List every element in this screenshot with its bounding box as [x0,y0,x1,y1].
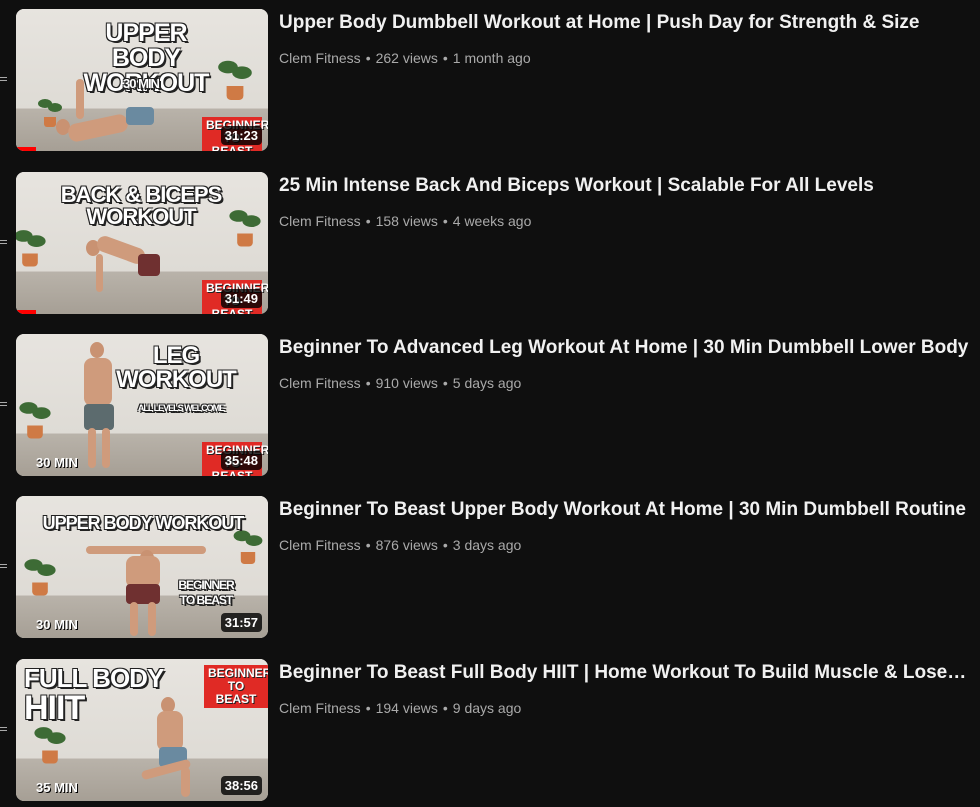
video-thumbnail[interactable]: BACK & BICEPSWORKOUT BEGINNER TO BEAST 3… [16,172,268,314]
plant-image [16,228,48,267]
view-count: 158 views [375,213,438,229]
video-row[interactable]: UPPER BODYWORKOUT 30 MIN BEGINNER TO BEA… [0,9,980,154]
duration-badge: 31:57 [220,613,262,632]
channel-name[interactable]: Clem Fitness [279,50,361,66]
thumbnail-length-label: 35 MIN [36,780,78,795]
thumbnail-subheading: 30 MIN [123,76,160,91]
upload-age: 1 month ago [452,50,531,66]
plant-image [231,528,265,564]
video-thumbnail[interactable]: UPPER BODY WORKOUT BEGINNER TO BEAST 30 … [16,496,268,638]
upload-age: 4 weeks ago [452,213,532,229]
video-thumbnail[interactable]: FULL BODY HIIT BEGINNER TO BEAST 35 MIN 3… [16,659,268,801]
channel-name[interactable]: Clem Fitness [279,537,361,553]
video-row[interactable]: FULL BODY HIIT BEGINNER TO BEAST 35 MIN 3… [0,659,980,804]
duration-badge: 35:48 [220,451,262,470]
duration-badge: 31:49 [220,289,262,308]
separator: • [365,213,371,229]
video-title[interactable]: Beginner To Advanced Leg Workout At Home… [279,336,969,360]
thumbnail-length-label: 30 MIN [36,617,78,632]
video-title[interactable]: Beginner To Beast Full Body HIIT | Home … [279,661,969,685]
series-badge: BEGINNER TO BEAST [204,665,268,708]
separator: • [442,213,448,229]
view-count: 876 views [375,537,438,553]
thumbnail-subheading: ALL LEVELS WELCOME [137,403,225,413]
duration-badge: 31:23 [220,126,262,145]
view-count: 262 views [375,50,438,66]
drag-handle-icon[interactable] [0,402,7,408]
separator: • [442,700,448,716]
separator: • [365,375,371,391]
channel-name[interactable]: Clem Fitness [279,375,361,391]
video-row[interactable]: BACK & BICEPSWORKOUT BEGINNER TO BEAST 3… [0,172,980,317]
upload-age: 3 days ago [452,537,522,553]
plant-image [227,208,263,247]
separator: • [442,537,448,553]
plant-image [32,725,68,764]
drag-handle-icon[interactable] [0,240,7,246]
thumbnail-heading: BACK & BICEPS WORKOUT [60,182,223,229]
video-metadata: Clem Fitness • 262 views • 1 month ago [279,49,531,67]
video-metadata: Clem Fitness • 910 views • 5 days ago [279,374,521,392]
upload-age: 9 days ago [452,700,522,716]
video-title[interactable]: Upper Body Dumbbell Workout at Home | Pu… [279,11,969,35]
plant-image [215,58,254,100]
upload-age: 5 days ago [452,375,522,391]
channel-name[interactable]: Clem Fitness [279,213,361,229]
separator: • [365,537,371,553]
watch-progress-bar [16,147,37,151]
separator: • [365,700,371,716]
video-thumbnail[interactable]: LEG WORKOUT ALL LEVELS WELCOME 30 MIN BEG… [16,334,268,476]
separator: • [442,50,448,66]
video-thumbnail[interactable]: UPPER BODYWORKOUT 30 MIN BEGINNER TO BEA… [16,9,268,151]
watch-progress-bar [16,310,37,314]
thumbnail-heading: UPPER BODY WORKOUT [42,513,245,533]
drag-handle-icon[interactable] [0,727,7,733]
thumbnail-heading: FULL BODY HIIT [24,663,164,727]
drag-handle-icon[interactable] [0,564,7,570]
video-metadata: Clem Fitness • 876 views • 3 days ago [279,536,521,554]
separator: • [442,375,448,391]
video-metadata: Clem Fitness • 158 views • 4 weeks ago [279,212,531,230]
duration-badge: 38:56 [220,776,262,795]
video-row[interactable]: UPPER BODY WORKOUT BEGINNER TO BEAST 30 … [0,496,980,641]
channel-name[interactable]: Clem Fitness [279,700,361,716]
plant-image [22,557,58,596]
drag-handle-icon[interactable] [0,77,7,83]
video-title[interactable]: Beginner To Beast Upper Body Workout At … [279,498,969,522]
video-row[interactable]: LEG WORKOUT ALL LEVELS WELCOME 30 MIN BEG… [0,334,980,479]
view-count: 910 views [375,375,438,391]
plant-image [17,400,53,439]
video-title[interactable]: 25 Min Intense Back And Biceps Workout |… [279,174,969,198]
thumbnail-heading: LEG WORKOUT [116,342,237,393]
separator: • [365,50,371,66]
view-count: 194 views [375,700,438,716]
thumbnail-length-label: 30 MIN [36,455,78,470]
thumbnail-subheading: BEGINNER TO BEAST [178,578,234,607]
video-metadata: Clem Fitness • 194 views • 9 days ago [279,699,521,717]
